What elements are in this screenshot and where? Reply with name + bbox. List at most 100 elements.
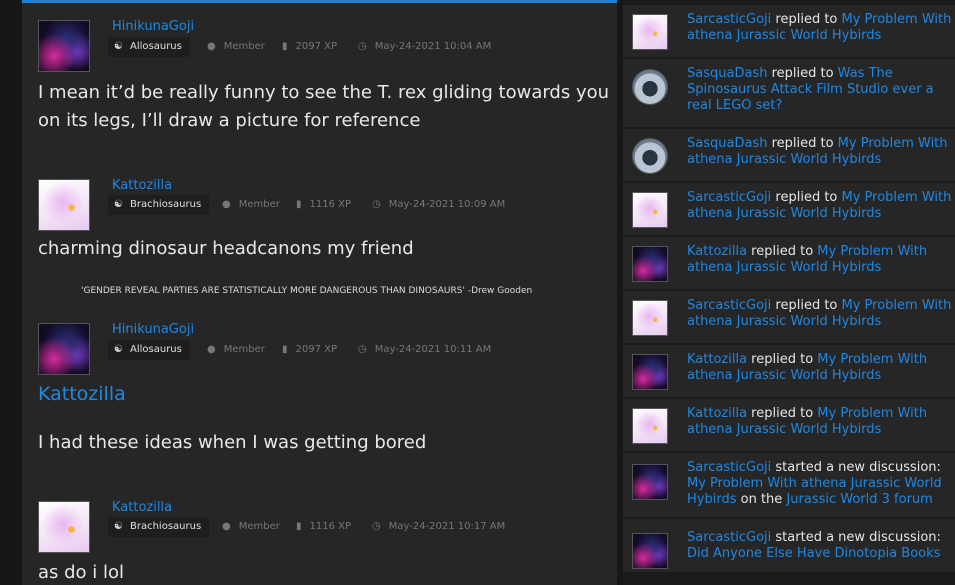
post: HinikunaGoji ☯ Allosaurus ● Member ▮ 2097 X… <box>22 0 617 165</box>
avatar[interactable] <box>632 192 668 228</box>
post-username[interactable]: HinikunaGoji <box>112 19 194 34</box>
rank-label: Brachiosaurus <box>130 199 202 210</box>
avatar[interactable] <box>632 533 668 569</box>
avatar[interactable] <box>632 14 668 50</box>
person-icon: ● <box>207 344 216 355</box>
avatar[interactable] <box>632 138 668 174</box>
post-date: ◷ May-24-2021 10:09 AM <box>372 197 505 213</box>
activity-item: SasquaDash replied to Was The Spinosauru… <box>623 59 955 127</box>
rank-icon: ☯ <box>114 199 123 210</box>
rank-icon: ☯ <box>114 344 123 355</box>
activity-item: Kattozilla replied to My Problem With at… <box>623 345 955 397</box>
activity-text: SasquaDash replied to My Problem With at… <box>687 136 948 167</box>
left-gutter <box>0 0 22 585</box>
post-body: as do i lol <box>38 562 125 583</box>
avatar[interactable] <box>38 501 90 553</box>
clock-icon: ◷ <box>358 41 367 52</box>
clock-icon: ◷ <box>372 199 381 210</box>
rank-icon: ☯ <box>114 521 123 532</box>
bar-chart-icon: ▮ <box>296 199 302 210</box>
activity-text: Kattozilla replied to My Problem With at… <box>687 244 928 275</box>
post: Kattozilla ☯ Brachiosaurus ● Member ▮ 1116 … <box>22 165 617 315</box>
activity-forum-link[interactable]: Jurassic World 3 forum <box>786 492 932 507</box>
accent-bar <box>22 0 617 3</box>
post-date: ◷ May-24-2021 10:17 AM <box>372 519 505 535</box>
activity-text: SarcasticGoji replied to My Problem With… <box>687 190 952 221</box>
avatar[interactable] <box>38 20 90 72</box>
activity-item: SasquaDash replied to My Problem With at… <box>623 129 955 181</box>
quote-author[interactable]: Kattozilla <box>38 383 126 405</box>
clock-icon: ◷ <box>372 521 381 532</box>
avatar[interactable] <box>632 408 668 444</box>
bar-chart-icon: ▮ <box>282 344 288 355</box>
activity-link[interactable]: Did Anyone Else Have Dinotopia Books <box>687 546 940 561</box>
rank-badge: ☯ Allosaurus <box>108 340 190 360</box>
activity-text: SarcasticGoji replied to My Problem With… <box>687 298 952 329</box>
member-role: ● Member <box>207 39 265 55</box>
avatar[interactable] <box>632 464 668 500</box>
post-date: ◷ May-24-2021 10:04 AM <box>358 39 491 55</box>
person-icon: ● <box>207 41 216 52</box>
avatar[interactable] <box>38 179 90 231</box>
post-username[interactable]: Kattozilla <box>112 500 172 515</box>
clock-icon: ◷ <box>358 344 367 355</box>
xp-count: ▮ 2097 XP <box>282 342 337 358</box>
activity-user[interactable]: SasquaDash <box>687 136 767 151</box>
post-signature: 'GENDER REVEAL PARTIES ARE STATISTICALLY… <box>81 286 533 296</box>
post-body: I mean it’d be really funny to see the T… <box>38 82 610 131</box>
activity-item: SarcasticGoji replied to My Problem With… <box>623 183 955 235</box>
activity-user[interactable]: SarcasticGoji <box>687 298 771 313</box>
post: Kattozilla ☯ Brachiosaurus ● Member ▮ 1116 … <box>22 485 617 585</box>
activity-item: SarcasticGoji replied to My Problem With… <box>623 291 955 343</box>
bar-chart-icon: ▮ <box>282 41 288 52</box>
rank-label: Allosaurus <box>130 41 182 52</box>
activity-user[interactable]: Kattozilla <box>687 406 747 421</box>
member-role: ● Member <box>222 197 280 213</box>
post-date: ◷ May-24-2021 10:11 AM <box>358 342 491 358</box>
rank-badge: ☯ Allosaurus <box>108 37 190 57</box>
post-username[interactable]: HinikunaGoji <box>112 322 194 337</box>
rank-badge: ☯ Brachiosaurus <box>108 517 210 537</box>
activity-user[interactable]: SarcasticGoji <box>687 460 771 475</box>
post-body: I had these ideas when I was getting bor… <box>38 432 427 453</box>
post-username[interactable]: Kattozilla <box>112 178 172 193</box>
activity-sidebar: SarcasticGoji replied to My Problem With… <box>623 0 955 585</box>
activity-user[interactable]: SarcasticGoji <box>687 530 771 545</box>
activity-user[interactable]: SarcasticGoji <box>687 190 771 205</box>
activity-text: Kattozilla replied to My Problem With at… <box>687 406 928 437</box>
activity-item: SarcasticGoji started a new discussion: … <box>623 453 955 517</box>
activity-user[interactable]: Kattozilla <box>687 244 747 259</box>
activity-item: SarcasticGoji started a new discussion: … <box>623 519 955 572</box>
activity-text: Kattozilla replied to My Problem With at… <box>687 352 928 383</box>
rank-label: Brachiosaurus <box>130 521 202 532</box>
activity-user[interactable]: Kattozilla <box>687 352 747 367</box>
avatar[interactable] <box>632 69 668 105</box>
avatar[interactable] <box>38 323 90 375</box>
avatar[interactable] <box>632 300 668 336</box>
rank-icon: ☯ <box>114 41 123 52</box>
activity-user[interactable]: SasquaDash <box>687 66 767 81</box>
activity-item: Kattozilla replied to My Problem With at… <box>623 237 955 289</box>
activity-text: SarcasticGoji started a new discussion: … <box>687 460 942 507</box>
person-icon: ● <box>222 199 231 210</box>
thread-main: HinikunaGoji ☯ Allosaurus ● Member ▮ 2097 X… <box>22 0 617 585</box>
activity-text: SarcasticGoji replied to My Problem With… <box>687 12 952 43</box>
rank-label: Allosaurus <box>130 344 182 355</box>
post-body: charming dinosaur headcanons my friend <box>38 238 414 259</box>
xp-count: ▮ 2097 XP <box>282 39 337 55</box>
member-role: ● Member <box>222 519 280 535</box>
rank-badge: ☯ Brachiosaurus <box>108 195 210 215</box>
activity-text: SasquaDash replied to Was The Spinosauru… <box>687 66 934 113</box>
xp-count: ▮ 1116 XP <box>296 197 351 213</box>
member-role: ● Member <box>207 342 265 358</box>
post: HinikunaGoji ☯ Allosaurus ● Member ▮ 2097 X… <box>22 315 617 485</box>
activity-item: Kattozilla replied to My Problem With at… <box>623 399 955 451</box>
bar-chart-icon: ▮ <box>296 521 302 532</box>
activity-user[interactable]: SarcasticGoji <box>687 12 771 27</box>
avatar[interactable] <box>632 354 668 390</box>
activity-item: SarcasticGoji replied to My Problem With… <box>623 5 955 57</box>
avatar[interactable] <box>632 246 668 282</box>
xp-count: ▮ 1116 XP <box>296 519 351 535</box>
activity-text: SarcasticGoji started a new discussion: … <box>687 530 941 561</box>
person-icon: ● <box>222 521 231 532</box>
